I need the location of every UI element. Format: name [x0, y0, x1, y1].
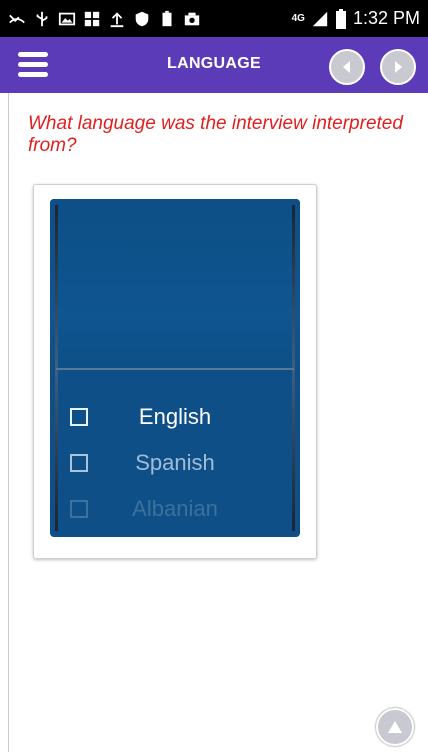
clock: 1:32 PM — [352, 8, 420, 28]
option-albanian[interactable]: Albanian — [50, 491, 300, 527]
picker-selection-line — [56, 368, 294, 370]
previous-button[interactable] — [329, 49, 365, 85]
content-border — [8, 93, 9, 752]
arrow-up-icon — [388, 721, 402, 733]
camera-icon — [184, 12, 200, 25]
chevron-right-icon — [395, 61, 402, 73]
option-spanish[interactable]: Spanish — [50, 445, 300, 481]
scroll-to-top-button[interactable] — [376, 708, 414, 746]
next-button[interactable] — [380, 49, 416, 85]
app-icon — [84, 11, 100, 26]
usb-icon — [36, 11, 48, 26]
battery-100-icon — [162, 10, 172, 26]
image-icon — [58, 12, 76, 25]
battery-icon — [335, 8, 346, 29]
option-label: Albanian — [132, 496, 218, 521]
network-type: 4G — [291, 12, 305, 24]
chevron-left-icon — [343, 61, 350, 73]
upload-icon — [110, 11, 124, 27]
picker-empty-area — [50, 199, 300, 368]
missed-call-icon — [9, 14, 25, 23]
language-picker-card: English Spanish Albanian — [33, 184, 317, 559]
question-text: What language was the interview interpre… — [28, 113, 403, 156]
shield-icon — [135, 11, 149, 26]
notification-icons — [8, 10, 201, 28]
status-right: 4G 1:32 PM — [292, 8, 420, 30]
status-bar: 4G 1:32 PM — [0, 0, 428, 37]
signal-icon — [312, 11, 328, 26]
app-bar: LANGUAGE — [0, 37, 428, 93]
language-picker[interactable]: English Spanish Albanian — [50, 199, 300, 537]
option-label: Spanish — [135, 450, 215, 475]
option-label: English — [138, 404, 212, 429]
option-english[interactable]: English — [50, 399, 300, 435]
